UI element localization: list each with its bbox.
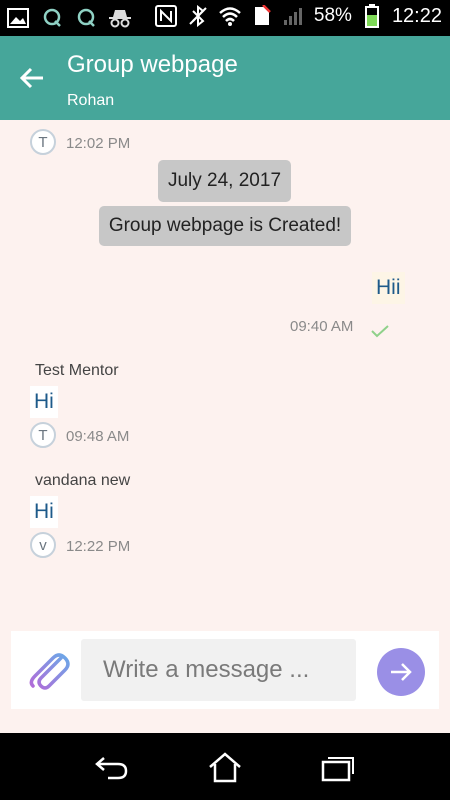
avatar: v [30,532,56,558]
system-message: Group webpage is Created! [99,206,351,246]
recents-icon [321,757,354,782]
chat-area[interactable]: T 12:02 PM July 24, 2017 Group webpage i… [0,120,450,620]
checkmark-icon [370,324,390,343]
sim-icon [250,4,274,28]
message-timestamp: 12:22 PM [66,538,131,555]
incoming-message[interactable]: Hi [30,386,58,418]
battery-icon [360,4,384,28]
app-icon [40,6,64,30]
toolbar: Group webpage Rohan [0,36,450,120]
nfc-icon [154,4,178,28]
battery-percent: 58% [313,5,352,26]
attach-button[interactable] [27,648,71,692]
navigation-bar [0,733,450,800]
send-button[interactable] [377,648,425,696]
avatar: T [30,422,56,448]
status-bar: 58% 12:22 [0,0,450,36]
outgoing-message[interactable]: Hii [372,272,405,304]
page-title: Group webpage [67,51,238,78]
gallery-icon [6,6,30,30]
signal-icon [282,4,306,28]
message-composer [11,631,439,709]
message-timestamp: 09:40 AM [290,318,354,335]
app-icon [74,6,98,30]
wifi-icon [218,4,242,28]
message-input[interactable] [81,639,356,701]
message-timestamp: 12:02 PM [66,135,131,152]
page-subtitle: Rohan [67,92,115,109]
paperclip-icon [29,653,70,690]
incognito-icon [108,6,132,30]
sender-name: Test Mentor [35,362,119,379]
send-arrow-icon [391,663,412,681]
avatar: T [30,129,56,155]
date-divider: July 24, 2017 [158,160,291,202]
back-arrow-icon [19,67,43,89]
nav-back-button[interactable] [92,750,132,784]
home-icon [209,752,241,783]
nav-home-button[interactable] [205,750,245,784]
status-time: 12:22 [391,4,442,27]
incoming-message[interactable]: Hi [30,496,58,528]
message-timestamp: 09:48 AM [66,428,130,445]
bluetooth-icon [186,4,210,28]
back-button[interactable] [14,60,50,96]
sender-name: vandana new [35,472,131,489]
nav-recents-button[interactable] [318,750,358,784]
nav-back-icon [95,757,128,780]
